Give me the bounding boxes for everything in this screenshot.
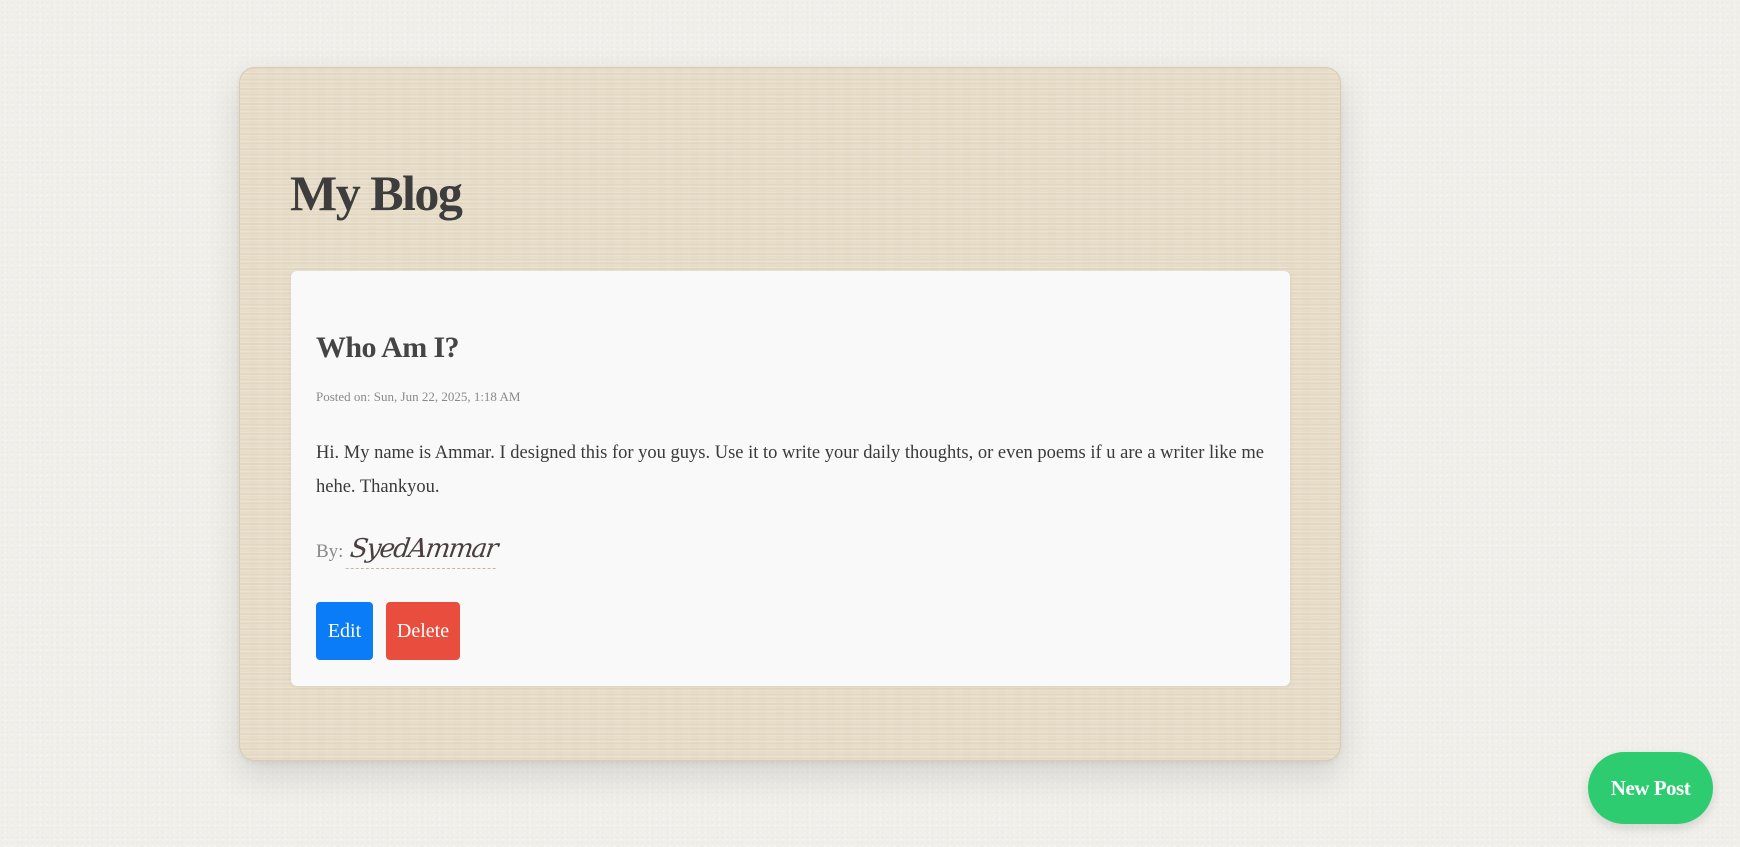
byline-label: By: <box>316 541 344 562</box>
author-signature: SyedAmmar <box>346 534 501 569</box>
delete-button[interactable]: Delete <box>386 602 460 660</box>
blog-container: My Blog Who Am I? Posted on: Sun, Jun 22… <box>239 67 1341 761</box>
new-post-button[interactable]: New Post <box>1588 752 1713 824</box>
blog-title: My Blog <box>290 165 463 221</box>
edit-button[interactable]: Edit <box>316 602 373 660</box>
post-title: Who Am I? <box>316 331 460 364</box>
post-byline: By: SyedAmmar <box>316 534 501 569</box>
post-body: Hi. My name is Ammar. I designed this fo… <box>316 443 1264 497</box>
post-date: Posted on: Sun, Jun 22, 2025, 1:18 AM <box>316 389 521 404</box>
post-card: Who Am I? Posted on: Sun, Jun 22, 2025, … <box>291 271 1290 686</box>
